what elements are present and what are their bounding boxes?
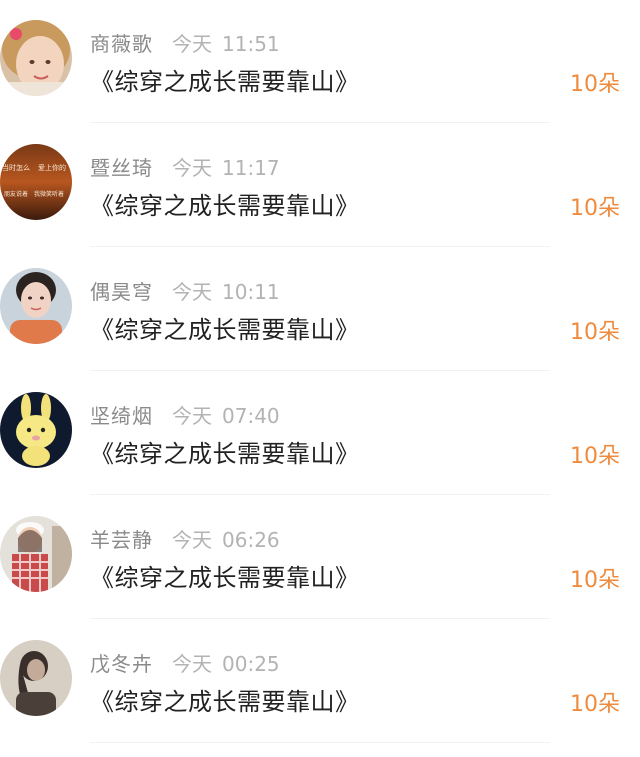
divider [90, 494, 550, 495]
book-title[interactable]: 《综穿之成长需要靠山》 [90, 682, 360, 717]
girl-checkered-shirt-avatar-image [0, 516, 72, 592]
timestamp: 今天 11:17 [172, 156, 280, 180]
user-name[interactable]: 暨丝琦 [90, 152, 153, 181]
svg-text:爱上你的: 爱上你的 [38, 163, 66, 172]
user-name[interactable]: 戊冬卉 [90, 648, 153, 677]
list-item[interactable]: 羊芸静 今天 06:26 《综穿之成长需要靠山》 10朵 [0, 496, 640, 620]
book-title[interactable]: 《综穿之成长需要靠山》 [90, 62, 360, 97]
avatar[interactable] [0, 392, 72, 468]
divider [90, 742, 550, 743]
avatar[interactable] [0, 640, 72, 716]
svg-text:我微笑听着: 我微笑听着 [34, 190, 64, 198]
girl-portrait-avatar-image [0, 20, 72, 96]
book-title[interactable]: 《综穿之成长需要靠山》 [90, 310, 360, 345]
user-name[interactable]: 羊芸静 [90, 524, 153, 553]
user-name[interactable]: 偶昊穹 [90, 276, 153, 305]
woman-selfie-avatar-image [0, 268, 72, 344]
divider [90, 370, 550, 371]
avatar[interactable] [0, 268, 72, 344]
book-title[interactable]: 《综穿之成长需要靠山》 [90, 186, 360, 221]
divider [90, 618, 550, 619]
sunset-text-avatar-image: 当时怎么 爱上你的 朋友说着 我微笑听着 [0, 144, 72, 220]
divider [90, 122, 550, 123]
timestamp: 今天 00:25 [172, 652, 280, 676]
flower-count: 10朵 [570, 444, 620, 469]
flower-count: 10朵 [570, 72, 620, 97]
yellow-bunny-avatar-image [0, 392, 72, 468]
flower-count: 10朵 [570, 568, 620, 593]
flower-count: 10朵 [570, 692, 620, 717]
list-item[interactable]: 戊冬卉 今天 00:25 《综穿之成长需要靠山》 10朵 [0, 620, 640, 744]
svg-text:当时怎么: 当时怎么 [2, 163, 30, 172]
user-name[interactable]: 坚绮烟 [90, 400, 153, 429]
list-item[interactable]: 坚绮烟 今天 07:40 《综穿之成长需要靠山》 10朵 [0, 372, 640, 496]
list-item[interactable]: 偶昊穹 今天 10:11 《综穿之成长需要靠山》 10朵 [0, 248, 640, 372]
user-name[interactable]: 商薇歌 [90, 28, 153, 57]
avatar[interactable] [0, 20, 72, 96]
timestamp: 今天 06:26 [172, 528, 280, 552]
avatar[interactable] [0, 516, 72, 592]
list-item[interactable]: 当时怎么 爱上你的 朋友说着 我微笑听着 暨丝琦 今天 11:17 《综穿之成长需… [0, 124, 640, 248]
avatar[interactable]: 当时怎么 爱上你的 朋友说着 我微笑听着 [0, 144, 72, 220]
svg-text:朋友说着: 朋友说着 [4, 190, 28, 198]
list-item[interactable]: 商薇歌 今天 11:51 《综穿之成长需要靠山》 10朵 [0, 0, 640, 124]
timestamp: 今天 10:11 [172, 280, 280, 304]
timestamp: 今天 11:51 [172, 32, 280, 56]
flower-count: 10朵 [570, 196, 620, 221]
timestamp: 今天 07:40 [172, 404, 280, 428]
gift-record-list: 商薇歌 今天 11:51 《综穿之成长需要靠山》 10朵 当时怎么 爱上你的 朋友… [0, 0, 640, 757]
flower-count: 10朵 [570, 320, 620, 345]
divider [90, 246, 550, 247]
girl-silhouette-avatar-image [0, 640, 72, 716]
book-title[interactable]: 《综穿之成长需要靠山》 [90, 558, 360, 593]
book-title[interactable]: 《综穿之成长需要靠山》 [90, 434, 360, 469]
